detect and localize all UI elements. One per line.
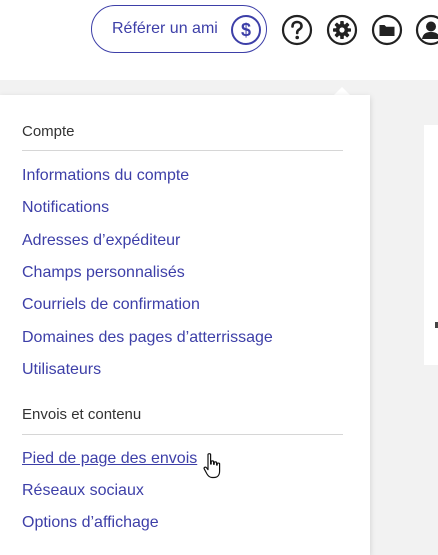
hand-cursor-icon — [202, 452, 224, 480]
menu-item-custom-fields[interactable]: Champs personnalisés — [22, 264, 185, 282]
menu-item-users[interactable]: Utilisateurs — [22, 361, 101, 379]
menu-item-social-networks[interactable]: Réseaux sociaux — [22, 482, 144, 500]
section-divider — [22, 150, 343, 151]
menu-item-landing-page-domains[interactable]: Domaines des pages d’atterrissage — [22, 329, 273, 347]
section-title-compte: Compte — [22, 123, 75, 140]
menu-item-account-info[interactable]: Informations du compte — [22, 167, 189, 185]
menu-item-display-options[interactable]: Options d’affichage — [22, 514, 159, 532]
gear-icon[interactable] — [326, 14, 358, 46]
menu-item-notifications[interactable]: Notifications — [22, 199, 109, 217]
menu-item-sender-addresses[interactable]: Adresses d’expéditeur — [22, 232, 180, 250]
top-header: Référer un ami $ — [0, 0, 438, 80]
section-divider — [22, 434, 343, 435]
refer-friend-button[interactable]: Référer un ami $ — [91, 5, 267, 53]
menu-item-confirmation-emails[interactable]: Courriels de confirmation — [22, 296, 200, 314]
background-panel — [424, 125, 438, 365]
help-icon[interactable] — [281, 14, 313, 46]
dollar-icon: $ — [231, 15, 261, 45]
section-title-envois: Envois et contenu — [22, 406, 142, 423]
menu-item-email-footer[interactable]: Pied de page des envois — [22, 450, 197, 468]
user-avatar-icon[interactable] — [415, 14, 438, 46]
folder-icon[interactable] — [371, 14, 403, 46]
refer-friend-label: Référer un ami — [112, 20, 218, 37]
